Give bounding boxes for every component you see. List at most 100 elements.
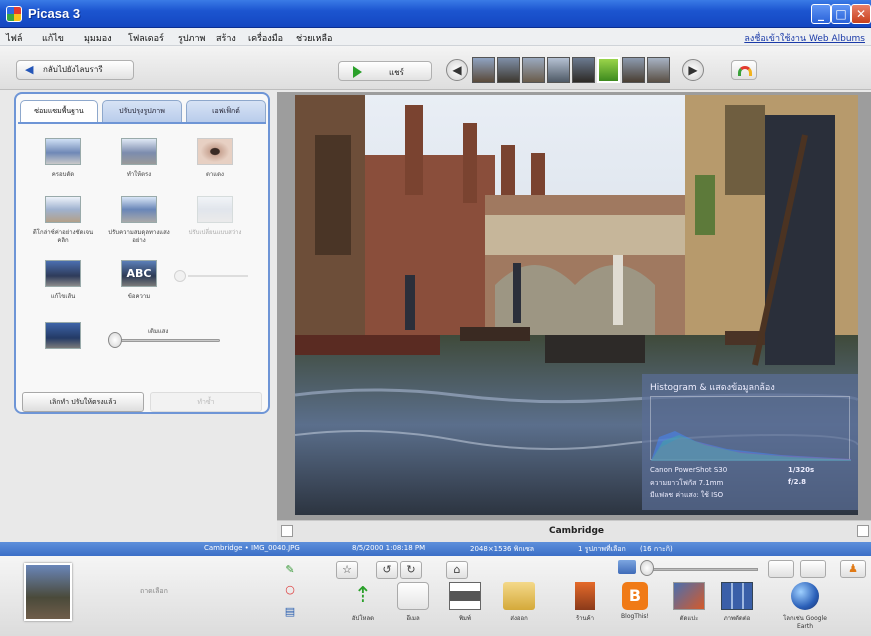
redeye-label: ตาแดง: [206, 171, 224, 178]
fill-light-slider-knob[interactable]: [108, 332, 122, 348]
eye-icon: [197, 138, 233, 165]
tab-tuning[interactable]: ปรับปรุงรูปภาพ: [102, 100, 182, 122]
email-label: อีเมล: [406, 615, 420, 622]
film-thumbnail-selected[interactable]: [597, 57, 620, 83]
email-button[interactable]: อีเมล: [388, 582, 438, 623]
caption-right-box[interactable]: [857, 525, 869, 537]
thumbnail-strip[interactable]: [472, 57, 677, 83]
tab-basic-fixes[interactable]: ซ่อมแซมพื้นฐาน: [20, 100, 98, 122]
export-button[interactable]: ส่งออก: [494, 582, 544, 623]
print-button[interactable]: พิมพ์: [440, 582, 490, 623]
lucky-label: ดีโกล่าซ์ค่าอย่างชัดเจน คลิก: [32, 229, 94, 244]
blogthis-button[interactable]: B BlogThis!: [610, 582, 660, 620]
menu-file[interactable]: ไฟล์: [6, 31, 22, 45]
meter-icon[interactable]: [731, 60, 757, 80]
retouch-label: แก้ไขเส้น: [50, 293, 76, 300]
menu-picture[interactable]: รูปภาพ: [178, 31, 205, 45]
window-title: Picasa 3: [28, 6, 81, 21]
film-thumbnail[interactable]: [547, 57, 570, 83]
undo-straighten-button[interactable]: เลิกทำ ปรับให้ตรงแล้ว: [22, 392, 144, 412]
people-icon[interactable]: ♟: [840, 560, 866, 578]
auto-color-tool: ปรับเปลี่ยนแบบสว่าง: [180, 196, 250, 237]
histogram-title: Histogram & แสดงข้อมูลกล้อง: [650, 383, 775, 393]
status-date: 8/5/2000 1:08:18 PM: [352, 544, 426, 552]
rotate-left-icon[interactable]: ↺: [376, 561, 398, 579]
shop-button[interactable]: ร้านค้า: [560, 582, 610, 623]
caption-text[interactable]: Cambridge: [549, 526, 604, 536]
shop-icon: [575, 582, 595, 610]
menu-edit[interactable]: แก้ไข: [42, 31, 64, 45]
view-grid-button[interactable]: [800, 560, 826, 578]
menu-help[interactable]: ช่วยเหลือ: [296, 31, 332, 45]
menu-view[interactable]: มุมมอง: [84, 31, 112, 45]
film-thumbnail[interactable]: [647, 57, 670, 83]
auto-color-label: ปรับเปลี่ยนแบบสว่าง: [188, 229, 242, 236]
movie-icon: [721, 582, 753, 610]
print-icon: [449, 582, 481, 610]
film-thumbnail[interactable]: [497, 57, 520, 83]
straighten-icon: [121, 138, 157, 165]
folder-icon: [503, 582, 535, 610]
star-icon[interactable]: ☆: [336, 561, 358, 579]
crop-tool[interactable]: ครอบตัด: [28, 138, 98, 179]
text-tool[interactable]: ABC ข้อความ: [104, 260, 174, 301]
auto-contrast-tool[interactable]: ปรับความสมดุลทางแสงอย่าง: [104, 196, 174, 245]
menu-folder[interactable]: โฟลเดอร์: [128, 31, 164, 45]
upload-button[interactable]: ⇡ อัปโหลด: [338, 582, 388, 623]
globe-icon: [791, 582, 819, 610]
add-to-album-icon[interactable]: ▤: [282, 604, 298, 620]
film-thumbnail[interactable]: [622, 57, 645, 83]
contrast-icon: [121, 196, 157, 223]
right-arrow-icon[interactable]: ▶: [682, 59, 704, 81]
view-single-button[interactable]: [768, 560, 794, 578]
menu-tools[interactable]: เครื่องมือ: [248, 31, 283, 45]
tray-hold-text: ถาดเลือก: [140, 587, 168, 595]
toolbar: ◀ กลับไปยังไลบรารี แชร์ ◀ ▶: [0, 46, 871, 90]
google-earth-button[interactable]: โลกเช่น Google Earth: [780, 582, 830, 630]
blogger-icon: B: [622, 582, 648, 610]
tab-effects[interactable]: เอฟเฟ็กต์: [186, 100, 266, 122]
crop-label: ครอบตัด: [51, 171, 75, 178]
clear-tray-icon[interactable]: ○: [282, 582, 298, 598]
tray-thumbnail[interactable]: [24, 563, 72, 621]
collage-button[interactable]: ตัดแปะ: [664, 582, 714, 623]
export-label: ส่งออก: [510, 615, 528, 622]
zoom-icon: [618, 560, 636, 574]
im-feeling-lucky-tool[interactable]: ดีโกล่าซ์ค่าอย่างชัดเจน คลิก: [28, 196, 98, 245]
collage-icon: [673, 582, 705, 610]
film-thumbnail[interactable]: [472, 57, 495, 83]
retouch-tool[interactable]: แก้ไขเส้น: [28, 260, 98, 301]
slideshow-button[interactable]: แชร์: [338, 61, 432, 81]
email-icon: [397, 582, 429, 610]
hold-pin-icon[interactable]: ✎: [282, 562, 298, 578]
fill-light-slider-track[interactable]: [110, 339, 220, 342]
disabled-slider-knob: [174, 270, 186, 282]
camera-model: Canon PowerShot S30: [650, 466, 728, 474]
zoom-slider-knob[interactable]: [640, 560, 654, 576]
zoom-slider-track[interactable]: [648, 568, 758, 571]
minimize-button[interactable]: _: [811, 4, 831, 24]
upload-label: อัปโหลด: [351, 615, 375, 622]
maximize-button[interactable]: □: [831, 4, 851, 24]
sign-in-web-albums-link[interactable]: ลงชื่อเข้าใช้งาน Web Albums: [744, 31, 865, 45]
film-thumbnail[interactable]: [572, 57, 595, 83]
film-thumbnail[interactable]: [522, 57, 545, 83]
tag-icon[interactable]: ⌂: [446, 561, 468, 579]
shutter-speed: 1/320s: [788, 466, 815, 474]
color-icon: [197, 196, 233, 223]
left-arrow-icon[interactable]: ◀: [446, 59, 468, 81]
close-button[interactable]: ✕: [851, 4, 871, 24]
movie-button[interactable]: ภาพตัดต่อ: [712, 582, 762, 623]
menu-create[interactable]: สร้าง: [216, 31, 236, 45]
redeye-tool[interactable]: ตาแดง: [180, 138, 250, 179]
histogram-chart: [650, 396, 851, 461]
back-to-library-button[interactable]: ◀ กลับไปยังไลบรารี: [16, 60, 134, 80]
play-icon: [353, 66, 362, 78]
histogram-panel[interactable]: Histogram & แสดงข้อมูลกล้อง Canon PowerS…: [642, 374, 858, 510]
back-arrow-icon: ◀: [25, 63, 34, 76]
straighten-tool[interactable]: ทำให้ตรง: [104, 138, 174, 179]
rotate-right-icon[interactable]: ↻: [400, 561, 422, 579]
caption-left-box[interactable]: [281, 525, 293, 537]
histogram-curves: [651, 431, 851, 461]
fill-light-tool: [28, 322, 98, 349]
